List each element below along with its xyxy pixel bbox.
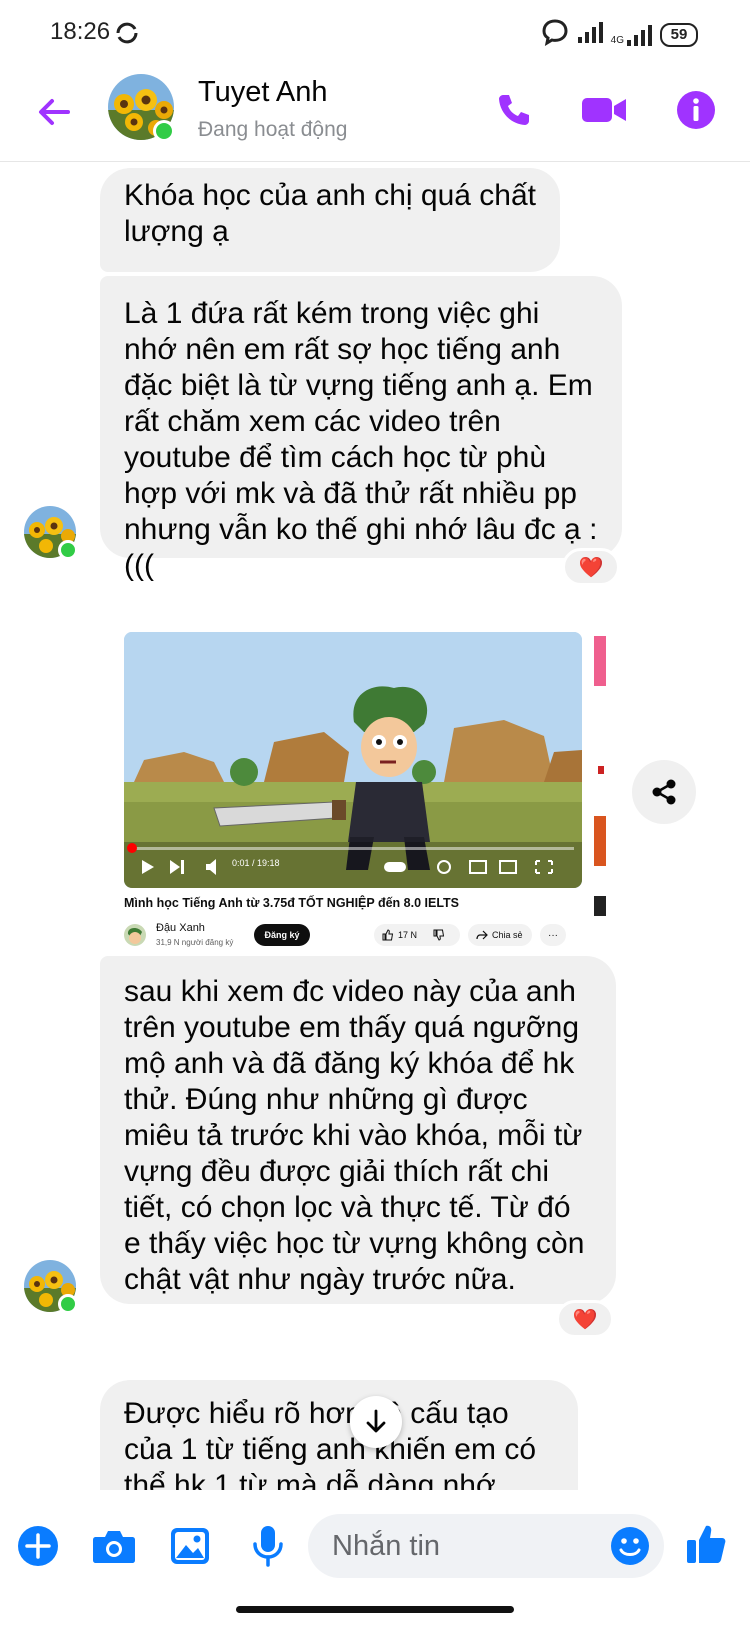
channel-name[interactable]: Đậu Xanh [156,922,205,934]
video-time: 0:01 / 19:18 [232,858,280,868]
message-text: Là 1 đứa rất kém trong việc ghi nhớ nên … [124,297,598,582]
share-arrow-icon [476,930,488,940]
gallery-button[interactable] [166,1522,214,1570]
like-send-button[interactable] [682,1520,730,1568]
online-indicator [58,540,78,560]
voice-record-button[interactable] [244,1522,292,1570]
shared-video-card[interactable]: 0:01 / 19:18 Mình học Tiếng Anh từ 3.75đ… [118,624,608,954]
back-button[interactable] [34,92,74,132]
contact-status: Đang hoạt động [198,118,348,141]
message-text: sau khi xem đc video này của anh trên yo… [124,975,585,1296]
heart-reaction-icon: ❤️ [578,556,604,579]
battery-icon: 59 [660,22,698,47]
smiley-icon [611,1527,649,1565]
camera-button[interactable] [90,1522,138,1570]
network-type: 4G [610,34,624,46]
heart-reaction-icon: ❤️ [572,1308,598,1331]
chat-header: Tuyet Anh Đang hoạt động [0,66,750,162]
like-count: 17 N [398,930,418,940]
message-bubble[interactable]: Khóa học của anh chị quá chất lượng ạ [100,168,560,272]
like-button[interactable]: 17 N [374,924,460,946]
status-time: 18:26 [50,18,111,45]
message-text: Được hiểu rõ hơn về cấu tạo của 1 từ tiế… [124,1397,537,1492]
video-share-button[interactable]: Chia sẻ [468,924,532,946]
scroll-to-bottom-button[interactable] [350,1396,402,1448]
message-bubble[interactable]: sau khi xem đc video này của anh trên yo… [100,956,616,1304]
status-bar: 18:26 4G 59 [0,0,750,66]
image-icon [171,1528,209,1564]
add-button[interactable] [14,1522,62,1570]
video-thumbnail[interactable]: 0:01 / 19:18 [124,632,582,888]
signal-icon [577,21,603,48]
online-indicator [153,120,175,142]
forward-share-button[interactable] [632,760,696,824]
reaction-badge[interactable]: ❤️ [556,1300,614,1338]
thumbs-up-icon [382,929,394,941]
message-text: Khóa học của anh chị quá chất lượng ạ [124,179,536,248]
online-indicator [58,1294,78,1314]
channel-row: Đậu Xanh 31,9 N người đăng ký Đăng ký 17… [124,920,594,954]
network-4g-icon: 4G [611,24,652,46]
channel-subscribers: 31,9 N người đăng ký [156,938,234,947]
info-button[interactable] [672,86,720,134]
message-bubble[interactable]: Được hiểu rõ hơn về cấu tạo của 1 từ tiế… [100,1380,578,1492]
thumbs-down-icon[interactable] [433,929,445,941]
share-icon [652,779,676,805]
message-bubble[interactable]: Là 1 đứa rất kém trong việc ghi nhớ nên … [100,276,622,582]
subscribe-button[interactable]: Đăng ký [254,924,310,946]
arrow-down-icon [366,1409,386,1433]
contact-name[interactable]: Tuyet Anh [198,76,328,109]
next-video-preview [594,636,606,936]
home-indicator [236,1606,514,1613]
video-share-label: Chia sẻ [492,930,523,940]
plus-circle-icon [18,1526,58,1566]
chat-bubble-icon [541,18,569,51]
reaction-badge[interactable]: ❤️ [562,548,620,586]
voice-call-button[interactable] [490,86,538,134]
emoji-button[interactable] [606,1522,654,1570]
sync-icon [114,20,140,51]
message-composer [0,1490,750,1625]
video-title[interactable]: Mình học Tiếng Anh từ 3.75đ TỐT NGHIỆP đ… [124,896,459,910]
channel-avatar[interactable] [124,924,146,946]
thumbs-up-icon [687,1525,726,1563]
camera-icon [93,1531,135,1563]
video-call-button[interactable] [580,86,628,134]
microphone-icon [253,1526,283,1567]
more-options-button[interactable]: ··· [540,924,566,946]
